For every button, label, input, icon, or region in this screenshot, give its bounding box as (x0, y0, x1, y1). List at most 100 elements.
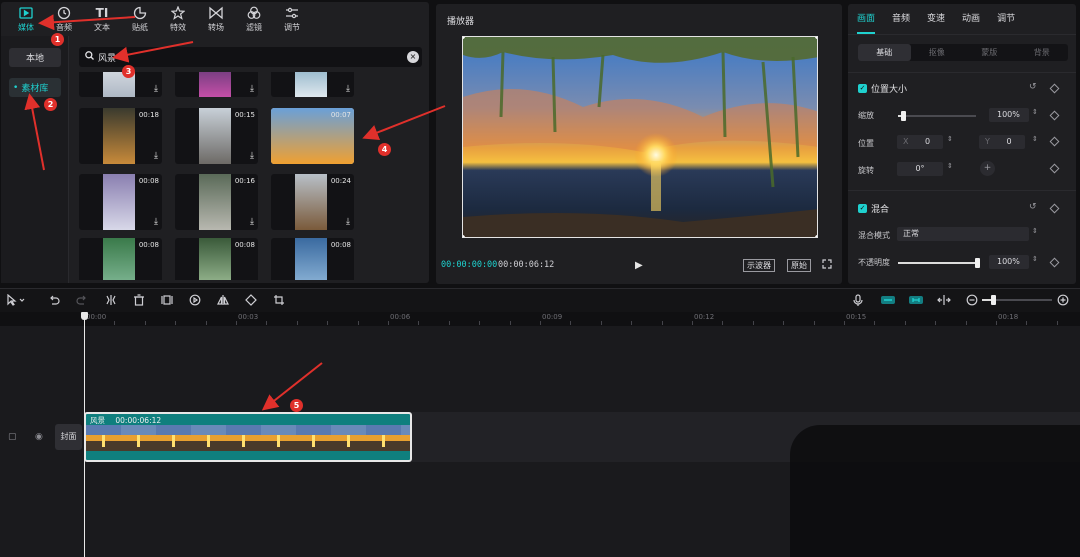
cover-button[interactable]: 封面 (55, 424, 82, 450)
linkage-icon[interactable] (908, 294, 924, 309)
tab-adjust[interactable]: 调节 (997, 4, 1015, 34)
crop-icon[interactable] (273, 294, 285, 309)
subtab-background[interactable]: 背景 (1016, 44, 1069, 61)
rotate-value[interactable]: 0° (897, 162, 943, 176)
reset-icon[interactable]: ↺ (1029, 82, 1037, 92)
download-icon[interactable]: ⤓ (346, 217, 350, 227)
blend-mode-select[interactable]: 正常 (897, 227, 1029, 241)
download-icon[interactable]: ⤓ (250, 217, 254, 227)
zoom-out-icon[interactable] (966, 294, 978, 309)
opacity-slider[interactable] (898, 258, 980, 268)
sidebar-item-local[interactable]: 本地 (9, 48, 61, 67)
redo-icon[interactable] (76, 294, 88, 309)
media-thumbnail[interactable]: ⤓ (79, 72, 162, 97)
microphone-icon[interactable] (852, 294, 864, 310)
search-input[interactable]: 风景 × (79, 47, 422, 67)
download-icon[interactable]: ⤓ (250, 151, 254, 161)
clear-search-icon[interactable]: × (407, 51, 419, 63)
stepper-icon[interactable]: ⇕ (947, 162, 953, 170)
media-thumbnail[interactable]: 00:07 (271, 108, 354, 164)
stepper-icon[interactable]: ⇕ (1032, 255, 1038, 263)
mirror-icon[interactable] (217, 294, 229, 309)
reverse-icon[interactable] (189, 294, 201, 309)
slider-knob[interactable] (901, 111, 907, 121)
scope-button[interactable]: 示波器 (743, 259, 775, 272)
tool-transition[interactable]: 转场 (197, 2, 235, 36)
reset-icon[interactable]: ↺ (1029, 202, 1037, 212)
subtab-mask[interactable]: 蒙版 (963, 44, 1016, 61)
tab-animation[interactable]: 动画 (962, 4, 980, 34)
download-icon[interactable]: ⤓ (250, 84, 254, 94)
keyframe-icon[interactable] (1049, 257, 1060, 268)
zoom-slider[interactable] (982, 295, 1052, 305)
keyframe-icon[interactable] (1049, 203, 1060, 214)
download-icon[interactable]: ⤓ (154, 84, 158, 94)
handle-br[interactable] (815, 235, 817, 237)
zoom-in-icon[interactable] (1057, 294, 1069, 309)
opacity-value[interactable]: 100% (989, 255, 1029, 269)
media-thumbnail[interactable]: 00:08⤓ (79, 238, 162, 280)
download-icon[interactable]: ⤓ (154, 151, 158, 161)
rotate-icon[interactable] (245, 294, 257, 309)
fullscreen-icon[interactable] (822, 259, 832, 272)
handle-bl[interactable] (463, 235, 465, 237)
original-ratio-button[interactable]: 原始 (787, 259, 811, 272)
download-icon[interactable]: ⤓ (154, 217, 158, 227)
checkbox-icon[interactable]: ✓ (858, 204, 867, 213)
stepper-icon[interactable]: ⇕ (1032, 108, 1038, 116)
playhead-handle[interactable] (81, 312, 88, 320)
scale-value[interactable]: 100% (989, 108, 1029, 122)
tool-audio[interactable]: 音频 (45, 2, 83, 36)
tool-filter[interactable]: 滤镜 (235, 2, 273, 36)
tool-adjust[interactable]: 调节 (273, 2, 311, 36)
subtab-basic[interactable]: 基础 (858, 44, 911, 61)
stepper-icon[interactable]: ⇕ (1032, 135, 1038, 143)
playhead[interactable] (84, 312, 85, 557)
position-size-header[interactable]: ✓ 位置大小 (858, 82, 907, 95)
media-thumbnail[interactable]: ⤓ (271, 72, 354, 97)
slider-knob[interactable] (975, 258, 980, 268)
slider-knob[interactable] (991, 295, 996, 305)
preview-viewer[interactable] (462, 36, 818, 238)
preview-axis-icon[interactable] (937, 294, 951, 309)
tab-picture[interactable]: 画面 (857, 4, 876, 34)
media-thumbnail[interactable]: 00:18 ⤓ (79, 108, 162, 164)
media-thumbnail[interactable]: 00:15 ⤓ (175, 108, 258, 164)
position-x-field[interactable]: X 0 (897, 135, 943, 149)
undo-icon[interactable] (48, 294, 60, 309)
select-tool-icon[interactable] (6, 293, 26, 309)
position-y-field[interactable]: Y 0 (979, 135, 1025, 149)
tab-audio[interactable]: 音频 (892, 4, 910, 34)
tab-speed[interactable]: 变速 (927, 4, 945, 34)
delete-icon[interactable] (133, 294, 145, 309)
magnet-link-icon[interactable] (880, 294, 896, 309)
handle-tr[interactable] (815, 37, 817, 39)
tool-media[interactable]: 媒体 (7, 2, 45, 36)
download-icon[interactable]: ⤓ (346, 84, 350, 94)
keyframe-icon[interactable] (1049, 110, 1060, 121)
split-icon[interactable] (105, 294, 117, 309)
media-thumbnail[interactable]: 00:24 ⤓ (271, 174, 354, 230)
mute-track-icon[interactable]: ◉ (35, 432, 43, 442)
video-clip[interactable]: 风景 00:00:06:12 (84, 412, 412, 462)
media-thumbnail[interactable]: 00:16 ⤓ (175, 174, 258, 230)
media-thumbnail[interactable]: 00:08⤓ (175, 238, 258, 280)
keyframe-icon[interactable] (1049, 163, 1060, 174)
keyframe-icon[interactable] (1049, 83, 1060, 94)
play-icon[interactable]: ▶ (635, 260, 643, 271)
keyframe-icon[interactable] (1049, 136, 1060, 147)
stepper-icon[interactable]: ⇕ (947, 135, 953, 143)
tool-text[interactable]: TI 文本 (83, 2, 121, 36)
lock-track-icon[interactable]: ▢ (8, 432, 17, 442)
freeze-icon[interactable] (161, 294, 173, 309)
tool-sticker[interactable]: 贴纸 (121, 2, 159, 36)
blend-header[interactable]: ✓ 混合 (858, 202, 889, 215)
subtab-keying[interactable]: 抠像 (911, 44, 964, 61)
stepper-icon[interactable]: ⇕ (1032, 227, 1038, 235)
media-thumbnail[interactable]: 00:08⤓ (79, 174, 162, 230)
rotate-button[interactable]: + (980, 161, 995, 176)
timeline-ruler[interactable]: 00:00 00:03 00:06 00:09 00:12 00:15 00:18 (84, 312, 1080, 326)
tool-effects[interactable]: 特效 (159, 2, 197, 36)
sidebar-item-library[interactable]: • 素材库 (9, 78, 61, 97)
media-thumbnail[interactable]: ⤓ (175, 72, 258, 97)
